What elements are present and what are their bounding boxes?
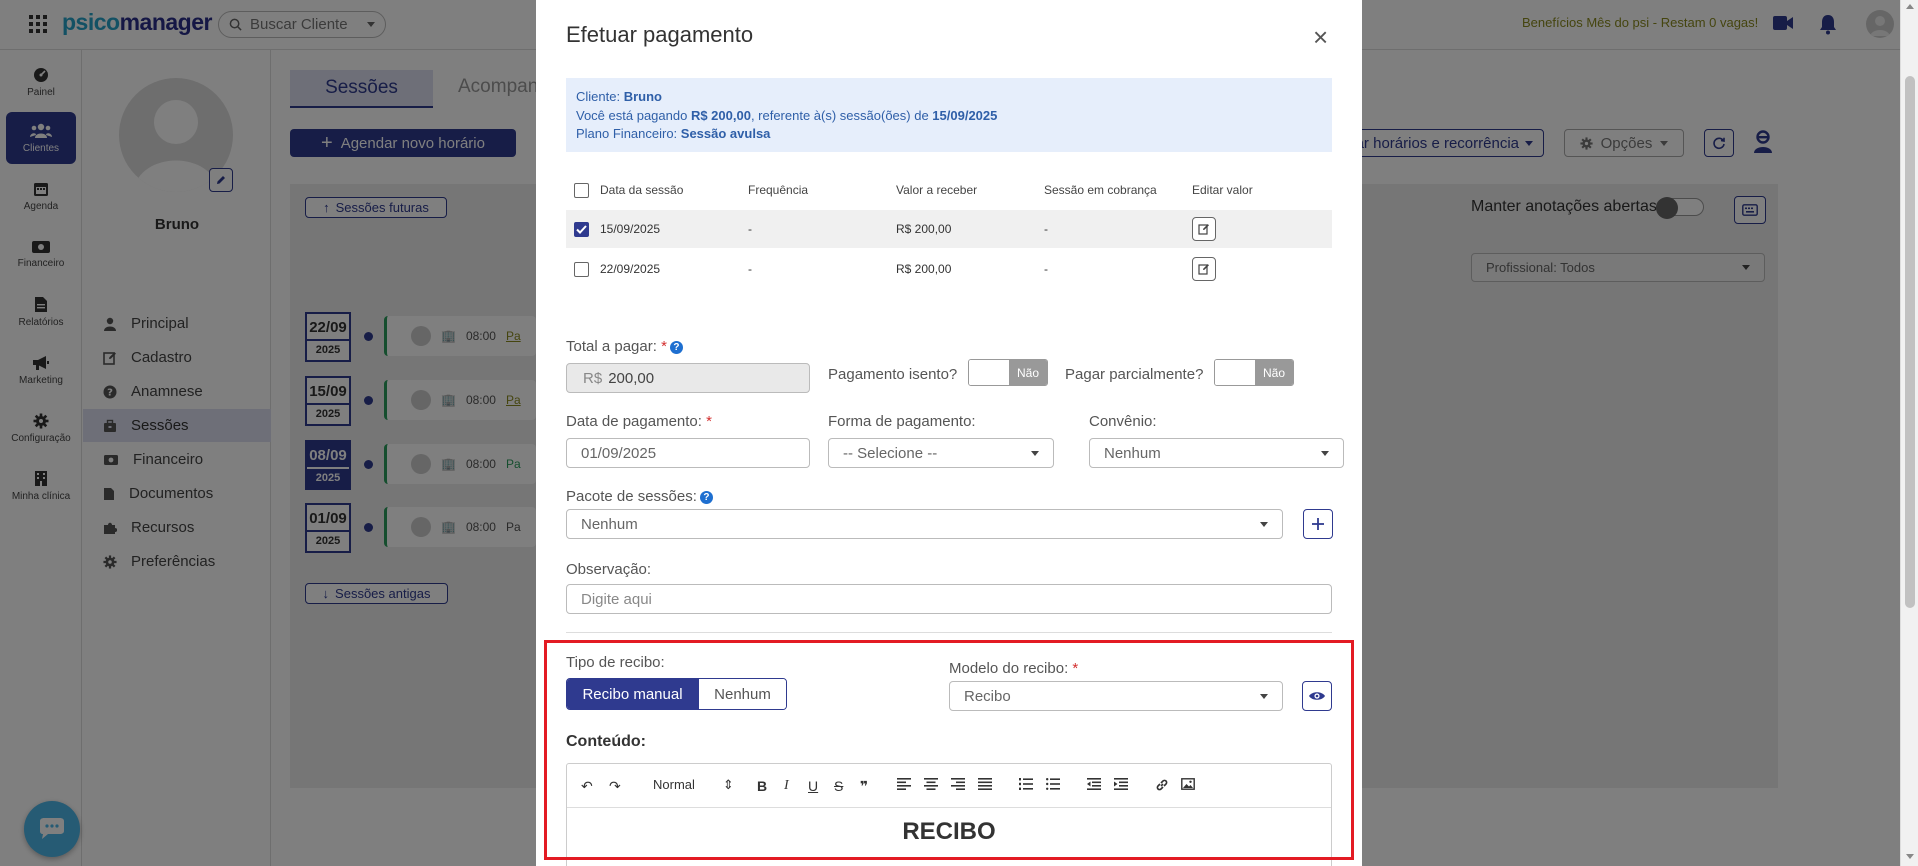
edit-value-button[interactable] bbox=[1192, 217, 1216, 241]
select-all-checkbox[interactable] bbox=[574, 182, 589, 198]
col-header-billing: Sessão em cobrança bbox=[1044, 183, 1157, 197]
info-plan: Sessão avulsa bbox=[680, 126, 771, 141]
info-session-date: 15/09/2025 bbox=[932, 107, 998, 123]
scroll-up-icon[interactable] bbox=[1906, 4, 1914, 9]
table-row[interactable]: 15/09/2025 - R$ 200,00 - bbox=[566, 210, 1332, 248]
payment-date-value: 01/09/2025 bbox=[581, 444, 657, 462]
edit-icon bbox=[1198, 223, 1210, 235]
scroll-thumb[interactable] bbox=[1905, 76, 1915, 608]
section-divider bbox=[566, 632, 1332, 633]
cell-billing: - bbox=[1044, 222, 1048, 236]
notes-label: Observação: bbox=[566, 561, 652, 578]
modal-title: Efetuar pagamento bbox=[566, 22, 754, 47]
insurance-select[interactable]: Nenhum bbox=[1089, 438, 1344, 468]
total-value: 200,00 bbox=[608, 369, 655, 387]
help-icon[interactable]: ? bbox=[699, 491, 713, 504]
add-package-button[interactable] bbox=[1303, 509, 1333, 539]
currency-prefix: R$ bbox=[583, 369, 603, 387]
partial-label: Pagar parcialmente? bbox=[1065, 366, 1204, 383]
table-row[interactable]: 22/09/2025 - R$ 200,00 - bbox=[566, 250, 1332, 288]
exempt-label: Pagamento isento? bbox=[828, 366, 958, 383]
cell-frequency: - bbox=[748, 262, 752, 276]
chevron-down-icon bbox=[1321, 450, 1329, 456]
payment-date-label: Data de pagamento: * bbox=[566, 413, 712, 430]
edit-icon bbox=[1198, 263, 1210, 275]
exempt-toggle-value: Não bbox=[1009, 360, 1047, 385]
sessions-table-header: Data da sessão Frequência Valor a recebe… bbox=[566, 178, 1332, 202]
package-select[interactable]: Nenhum bbox=[566, 509, 1283, 539]
cell-billing: - bbox=[1044, 262, 1048, 276]
package-label: Pacote de sessões:? bbox=[566, 488, 713, 505]
total-input: R$ 200,00 bbox=[566, 363, 810, 393]
help-icon[interactable]: ? bbox=[669, 341, 683, 354]
payment-date-input[interactable]: 01/09/2025 bbox=[566, 438, 810, 468]
chevron-down-icon bbox=[1031, 450, 1039, 456]
col-header-date: Data da sessão bbox=[600, 183, 684, 197]
info-client-label: Cliente: bbox=[576, 89, 624, 104]
payment-method-label: Forma de pagamento: bbox=[828, 413, 976, 430]
cell-frequency: - bbox=[748, 222, 752, 236]
partial-toggle[interactable]: Não bbox=[1214, 359, 1294, 386]
package-value: Nenhum bbox=[581, 515, 638, 533]
partial-toggle-value: Não bbox=[1255, 360, 1293, 385]
info-plan-label: Plano Financeiro: bbox=[576, 126, 681, 141]
cell-amount: R$ 200,00 bbox=[896, 262, 952, 276]
info-client: Bruno bbox=[623, 89, 662, 104]
total-label: Total a pagar: *? bbox=[566, 338, 683, 355]
info-amount: R$ 200,00 bbox=[690, 107, 751, 123]
edit-value-button[interactable] bbox=[1192, 257, 1216, 281]
page-scrollbar[interactable] bbox=[1900, 0, 1918, 866]
payment-modal: Efetuar pagamento × Cliente: Bruno Você … bbox=[536, 0, 1362, 866]
col-header-amount: Valor a receber bbox=[896, 183, 978, 197]
cell-date: 22/09/2025 bbox=[600, 262, 661, 276]
row-checkbox[interactable] bbox=[574, 221, 589, 237]
chevron-down-icon bbox=[1260, 521, 1268, 527]
payment-method-select[interactable]: -- Selecione -- bbox=[828, 438, 1054, 468]
cell-amount: R$ 200,00 bbox=[896, 222, 952, 236]
info-text: , referente à(s) sessão(ões) de bbox=[750, 107, 933, 123]
highlight-box bbox=[544, 640, 1354, 860]
col-header-edit: Editar valor bbox=[1192, 183, 1253, 197]
col-header-frequency: Frequência bbox=[748, 183, 809, 197]
insurance-label: Convênio: bbox=[1089, 413, 1157, 430]
plus-icon bbox=[1311, 517, 1325, 531]
close-icon[interactable]: × bbox=[1313, 24, 1328, 50]
payment-method-value: -- Selecione -- bbox=[843, 444, 938, 462]
scroll-down-icon[interactable] bbox=[1906, 854, 1914, 859]
notes-input[interactable]: Digite aqui bbox=[566, 584, 1332, 614]
exempt-toggle[interactable]: Não bbox=[968, 359, 1048, 386]
notes-placeholder: Digite aqui bbox=[581, 590, 652, 608]
row-checkbox[interactable] bbox=[574, 261, 589, 277]
cell-date: 15/09/2025 bbox=[600, 222, 661, 236]
insurance-value: Nenhum bbox=[1104, 444, 1161, 462]
info-text: Você está pagando bbox=[576, 107, 691, 123]
payment-info-box: Cliente: Bruno Você está pagando R$ 200,… bbox=[566, 78, 1332, 152]
